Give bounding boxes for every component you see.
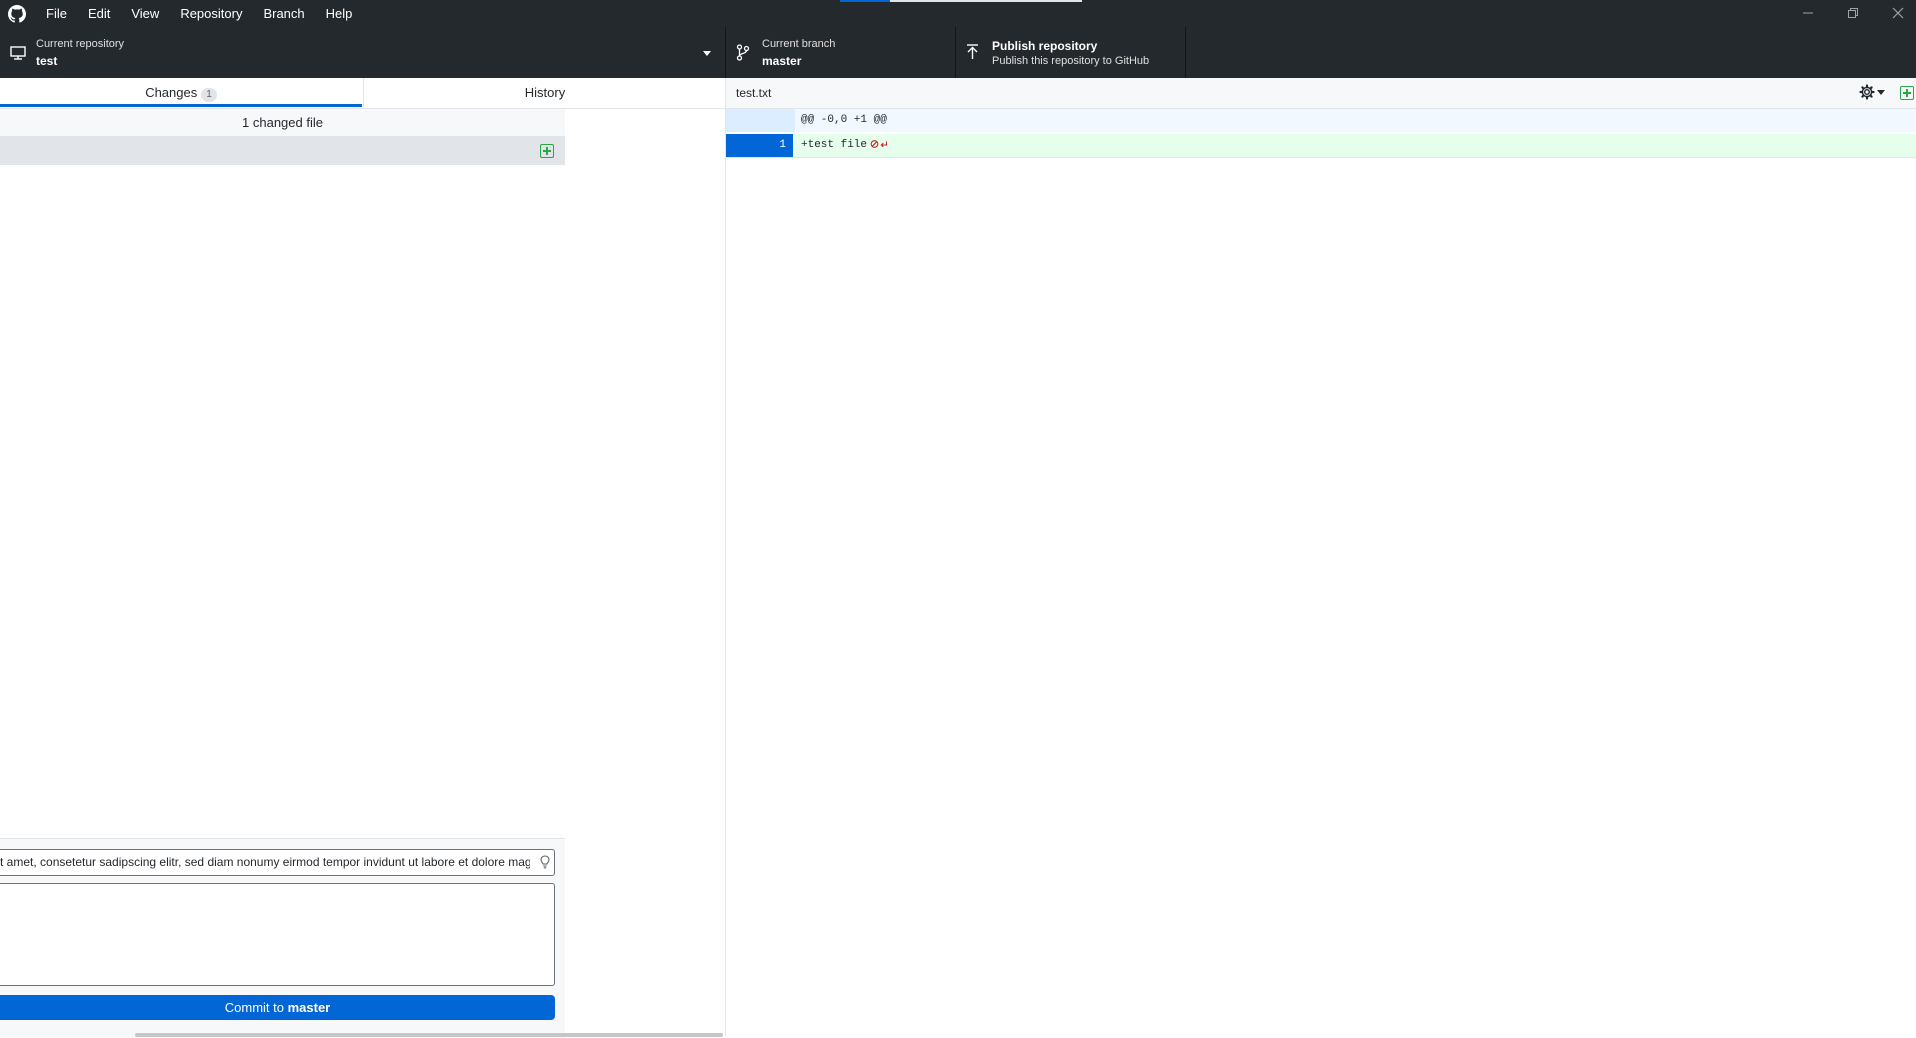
- chevron-down-icon[interactable]: [1877, 90, 1885, 96]
- panel-divider[interactable]: [725, 78, 726, 1037]
- commit-description-field[interactable]: [0, 883, 555, 986]
- menu-help[interactable]: Help: [326, 6, 353, 21]
- tab-history-label: History: [524, 85, 566, 100]
- file-added-icon: [540, 144, 554, 158]
- repository-label: Current repository: [36, 38, 125, 50]
- sidebar-tabs: Changes 1 History: [0, 78, 725, 109]
- title-accent-light: [890, 0, 1082, 2]
- title-bar: File Edit View Repository Branch Help: [0, 0, 1916, 27]
- diff-header: test.txt: [726, 78, 1916, 109]
- publish-subtitle: Publish this repository to GitHub: [992, 55, 1150, 67]
- diff-hunk-header: @@ -0,0 +1 @@: [726, 109, 1916, 132]
- upload-icon: [967, 44, 978, 59]
- hunk-gutter: [726, 109, 795, 132]
- commit-button[interactable]: Commit to master: [0, 995, 555, 1020]
- lightbulb-icon[interactable]: [540, 855, 550, 869]
- line-number: 1: [779, 139, 786, 151]
- repository-name: test: [36, 54, 58, 68]
- commit-button-prefix: Commit to: [224, 1000, 288, 1015]
- publish-title: Publish repository: [992, 39, 1098, 53]
- changed-file-row[interactable]: [0, 137, 565, 165]
- line-content: +test file: [801, 134, 890, 157]
- line-gutter[interactable]: 1: [726, 134, 793, 157]
- commit-summary-field[interactable]: [0, 849, 555, 876]
- commit-summary-input[interactable]: [0, 850, 530, 873]
- branch-label: Current branch: [762, 38, 836, 50]
- branch-icon: [736, 44, 750, 61]
- horizontal-scrollbar[interactable]: [135, 1033, 723, 1037]
- file-added-icon: [1900, 86, 1914, 100]
- menu-bar: File Edit View Repository Branch Help: [46, 0, 373, 27]
- github-logo-icon[interactable]: [8, 5, 26, 23]
- restore-icon[interactable]: [1843, 4, 1863, 22]
- publish-repository-button[interactable]: Publish repository Publish this reposito…: [956, 27, 1186, 78]
- hunk-header-text: @@ -0,0 +1 @@: [801, 114, 887, 126]
- app-toolbar: Current repository test Current branch m…: [0, 27, 1916, 78]
- tab-history[interactable]: History: [363, 78, 726, 107]
- menu-file[interactable]: File: [46, 6, 67, 21]
- changes-count-badge: 1: [201, 88, 217, 102]
- menu-view[interactable]: View: [131, 6, 159, 21]
- line-text: +test file: [801, 139, 868, 151]
- menu-repository[interactable]: Repository: [180, 6, 242, 21]
- gear-icon[interactable]: [1859, 84, 1875, 100]
- current-branch-button[interactable]: Current branch master: [726, 27, 956, 78]
- diff-added-line[interactable]: 1 +test file: [726, 134, 1916, 158]
- title-accent-blue: [840, 0, 890, 2]
- tab-changes-label: Changes: [145, 85, 198, 100]
- menu-edit[interactable]: Edit: [88, 6, 110, 21]
- tab-changes[interactable]: Changes 1: [0, 78, 362, 107]
- computer-icon: [10, 46, 26, 60]
- chevron-down-icon: [703, 51, 711, 56]
- branch-name: master: [762, 54, 802, 68]
- changed-files-header: 1 changed file: [0, 109, 565, 137]
- current-repository-button[interactable]: Current repository test: [0, 27, 726, 78]
- minimize-icon[interactable]: [1798, 4, 1818, 22]
- close-icon[interactable]: [1888, 4, 1908, 22]
- commit-button-branch: master: [287, 1000, 331, 1015]
- menu-branch[interactable]: Branch: [263, 6, 304, 21]
- no-newline-icon: [870, 140, 888, 148]
- diff-file-name: test.txt: [736, 86, 772, 100]
